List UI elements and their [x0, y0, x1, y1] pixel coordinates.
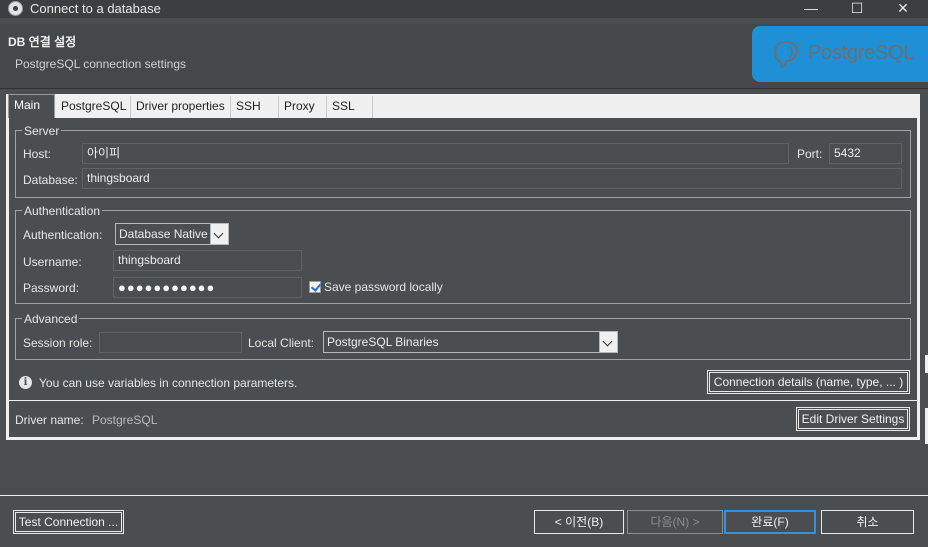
- postgresql-elephant-icon: [773, 40, 799, 69]
- tab-main[interactable]: Main: [8, 94, 55, 118]
- variables-hint-text: You can use variables in connection para…: [39, 376, 298, 390]
- tab-driver-properties[interactable]: Driver properties: [131, 96, 231, 118]
- authentication-select-value: Database Native: [119, 227, 208, 241]
- dialog-title: DB 연결 설정: [8, 35, 77, 49]
- driver-separator: [9, 400, 917, 401]
- app-icon: [8, 1, 23, 16]
- authentication-label: Authentication:: [23, 228, 103, 242]
- local-client-select[interactable]: PostgreSQL Binaries: [323, 331, 618, 353]
- host-input[interactable]: 아이피: [82, 143, 789, 164]
- username-label: Username:: [23, 255, 82, 269]
- save-password-checkbox[interactable]: [309, 281, 321, 293]
- local-client-label: Local Client:: [248, 336, 315, 350]
- chevron-down-icon[interactable]: [599, 332, 617, 352]
- cancel-button[interactable]: 취소: [821, 510, 914, 534]
- chevron-down-icon[interactable]: [210, 224, 228, 244]
- session-role-input[interactable]: [99, 332, 242, 353]
- edit-driver-settings-button[interactable]: Edit Driver Settings: [796, 407, 910, 431]
- driver-name-label: Driver name:: [15, 413, 84, 427]
- password-input[interactable]: ●●●●●●●●●●●: [113, 277, 302, 298]
- session-role-label: Session role:: [23, 336, 93, 350]
- save-password-label: Save password locally: [324, 280, 443, 294]
- database-label: Database:: [23, 173, 78, 187]
- back-button[interactable]: < 이전(B): [534, 510, 624, 534]
- advanced-group-label: Advanced: [22, 312, 80, 326]
- server-group-label: Server: [22, 124, 62, 138]
- password-label: Password:: [23, 281, 80, 295]
- window-title: Connect to a database: [30, 1, 161, 16]
- local-client-select-value: PostgreSQL Binaries: [327, 335, 439, 349]
- info-icon: i: [19, 376, 32, 389]
- authentication-select[interactable]: Database Native: [115, 223, 229, 245]
- maximize-icon[interactable]: ☐: [834, 0, 880, 18]
- next-button[interactable]: 다음(N) >: [627, 510, 723, 534]
- minimize-icon[interactable]: —: [788, 0, 834, 18]
- close-icon[interactable]: ✕: [880, 0, 926, 18]
- tab-ssl[interactable]: SSL: [327, 96, 373, 118]
- authentication-group-label: Authentication: [22, 204, 103, 218]
- database-input[interactable]: thingsboard: [82, 168, 902, 189]
- host-label: Host:: [23, 147, 52, 161]
- tab-proxy[interactable]: Proxy: [279, 96, 327, 118]
- dialog-subtitle: PostgreSQL connection settings: [15, 57, 186, 71]
- finish-button[interactable]: 완료(F): [724, 510, 816, 534]
- test-connection-button[interactable]: Test Connection ...: [13, 510, 124, 534]
- username-input[interactable]: thingsboard: [113, 250, 302, 271]
- driver-name-value: PostgreSQL: [92, 413, 158, 427]
- port-label: Port:: [797, 147, 823, 161]
- footer-separator: [0, 495, 928, 496]
- port-input[interactable]: 5432: [829, 143, 902, 164]
- connection-details-button[interactable]: Connection details (name, type, ... ): [707, 370, 910, 394]
- tab-ssh[interactable]: SSH: [231, 96, 279, 118]
- postgresql-logo-text: PostgreSQL: [808, 42, 914, 64]
- tab-postgresql[interactable]: PostgreSQL: [56, 96, 131, 118]
